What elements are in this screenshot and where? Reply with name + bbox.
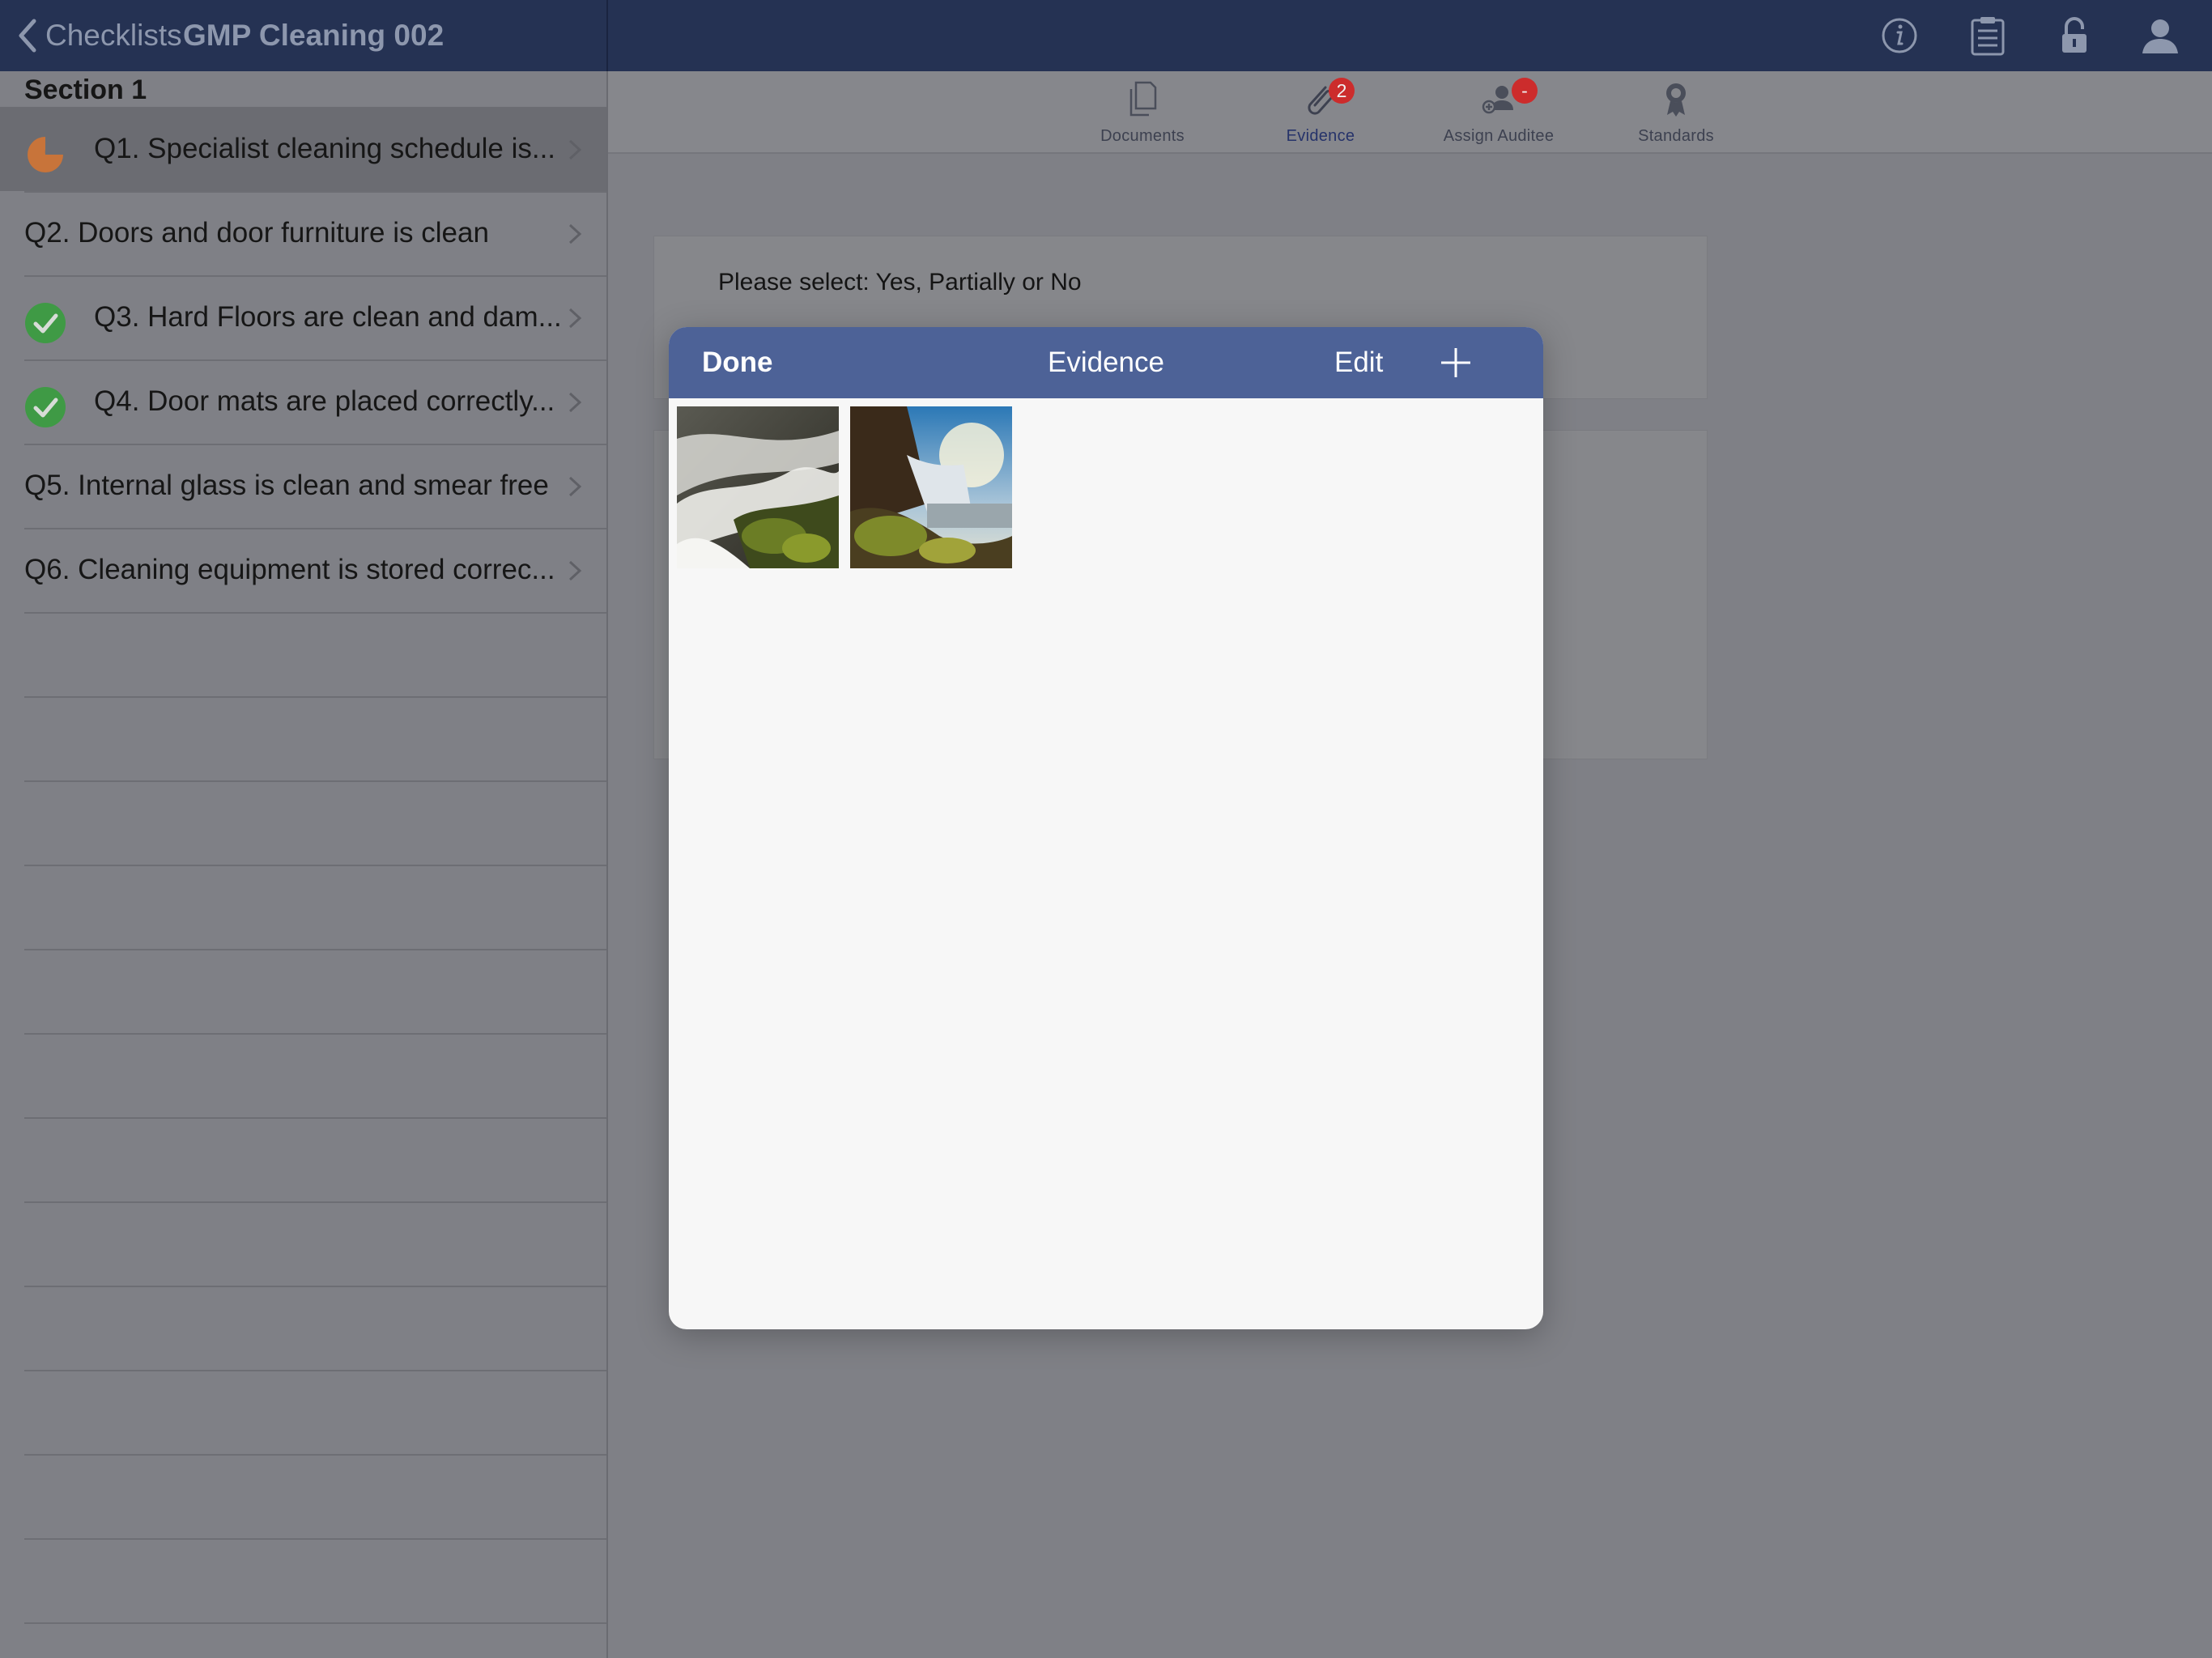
row-divider [24,1370,606,1371]
row-divider [24,780,606,782]
assign-auditee-badge: - [1512,78,1538,104]
award-icon [1666,83,1686,117]
chevron-right-icon [568,560,582,581]
modal-header: Evidence Done Edit [669,327,1543,398]
row-divider [24,865,606,866]
documents-label: Documents [1100,127,1185,145]
row-divider [24,612,606,614]
plus-icon[interactable] [1438,345,1474,380]
clipboard-icon[interactable] [1967,15,2009,57]
row-divider [24,1538,606,1540]
question-row-q5[interactable]: Q5. Internal glass is clean and smear fr… [0,444,606,528]
question-row-q1[interactable]: Q1. Specialist cleaning schedule is... [0,107,606,191]
topbar-divider [606,0,608,71]
question-prompt: Please select: Yes, Partially or No [718,269,1082,295]
row-divider [24,1454,606,1456]
question-label: Q1. Specialist cleaning schedule is... [94,133,556,164]
done-button[interactable]: Done [702,343,773,382]
modal-title: Evidence [1048,346,1164,378]
user-icon[interactable] [2139,15,2181,57]
info-icon[interactable] [1878,15,1921,57]
row-divider [24,1286,606,1287]
standards-tab[interactable]: Standards [1595,78,1757,151]
documents-icon [1129,81,1157,117]
partial-progress-icon [28,137,63,172]
evidence-count-badge: 2 [1329,78,1355,104]
back-label: Checklists [45,19,182,52]
chevron-right-icon [568,476,582,497]
edit-button[interactable]: Edit [1334,343,1383,382]
action-toolbar [608,71,2212,154]
chevron-right-icon [568,139,582,160]
assign-auditee-tab[interactable]: - Assign Auditee [1418,78,1580,151]
evidence-modal: Evidence Done Edit [669,327,1543,1329]
assign-auditee-label: Assign Auditee [1443,127,1555,145]
row-divider [24,1033,606,1035]
chevron-right-icon [568,223,582,244]
chevron-right-icon [568,308,582,329]
row-divider [24,696,606,698]
chevron-left-icon [19,19,36,53]
back-button[interactable]: Checklists [11,15,182,57]
question-label: Q4. Door mats are placed correctly... [94,385,555,417]
question-row-q6[interactable]: Q6. Cleaning equipment is stored correc.… [0,528,606,612]
question-label: Q6. Cleaning equipment is stored correc.… [24,554,555,585]
standards-label: Standards [1638,127,1714,145]
question-label: Q2. Doors and door furniture is clean [24,217,489,249]
question-row-q2[interactable]: Q2. Doors and door furniture is clean [0,191,606,275]
section-title: Section 1 [24,74,147,105]
row-divider [24,949,606,950]
question-row-q4[interactable]: Q4. Door mats are placed correctly... [0,359,606,444]
row-divider [24,1622,606,1624]
evidence-photo-2[interactable] [850,406,1012,568]
question-label: Q3. Hard Floors are clean and dam... [94,301,562,333]
documents-tab[interactable]: Documents [1061,78,1223,151]
question-row-q3[interactable]: Q3. Hard Floors are clean and dam... [0,275,606,359]
evidence-tab[interactable]: 2 Evidence [1240,78,1402,151]
evidence-photo-1[interactable] [677,406,839,568]
check-circle-icon [25,303,66,343]
lock-icon[interactable] [2053,15,2095,57]
evidence-label: Evidence [1286,127,1355,145]
page-title: GMP Cleaning 002 [183,19,445,52]
sidebar-border [606,71,608,1658]
row-divider [24,1117,606,1119]
chevron-right-icon [568,392,582,413]
check-circle-icon [25,387,66,427]
question-label: Q5. Internal glass is clean and smear fr… [24,470,549,501]
row-divider [24,1201,606,1203]
